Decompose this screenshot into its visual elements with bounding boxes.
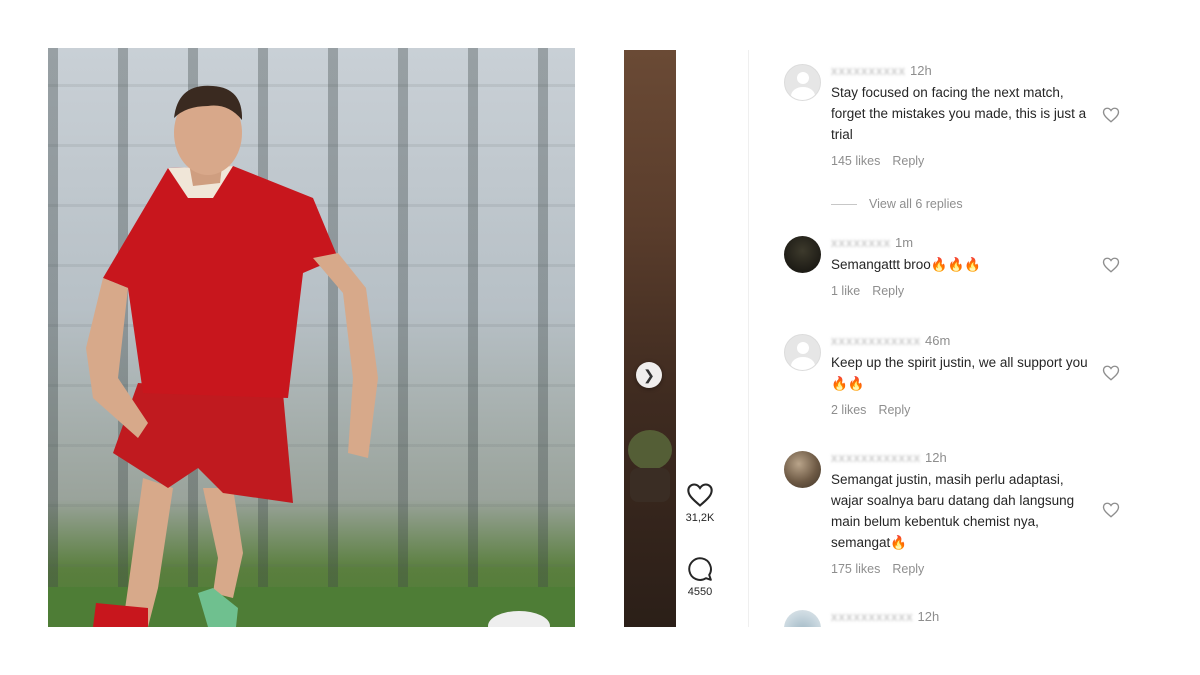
comment-like-icon[interactable] xyxy=(1102,256,1120,274)
comment-username[interactable]: xxxxxxxxxxxx xyxy=(831,332,921,350)
next-media-button[interactable]: ❯ xyxy=(636,362,662,388)
reply-button[interactable]: Reply xyxy=(892,154,924,168)
speech-bubble-icon[interactable] xyxy=(686,556,714,582)
comment-time: 46m xyxy=(925,333,951,348)
like-count: 31,2K xyxy=(685,512,715,524)
panel-divider xyxy=(748,50,749,627)
comment-text: Stay focused on facing the next match, f… xyxy=(831,85,1087,142)
comment-like-icon[interactable] xyxy=(1102,501,1120,519)
avatar[interactable] xyxy=(784,334,821,371)
plant-decoration xyxy=(628,430,672,470)
avatar[interactable] xyxy=(784,236,821,273)
comment-username[interactable]: xxxxxxxxxxx xyxy=(831,608,914,626)
pot-decoration xyxy=(630,468,670,502)
comment-likes[interactable]: 2 likes xyxy=(831,403,866,417)
comment-action[interactable]: 4550 xyxy=(680,556,720,598)
reply-button[interactable]: Reply xyxy=(872,284,904,298)
view-replies-label: View all 6 replies xyxy=(869,197,963,211)
comment-username[interactable]: xxxxxxxxxx xyxy=(831,62,906,80)
comment-count: 4550 xyxy=(687,586,713,598)
comment-likes[interactable]: 175 likes xyxy=(831,562,880,576)
comment-username[interactable]: xxxxxxxx xyxy=(831,234,891,252)
player-figure xyxy=(86,85,378,627)
avatar[interactable] xyxy=(784,610,821,627)
avatar[interactable] xyxy=(784,451,821,488)
comment-like-icon[interactable] xyxy=(1102,364,1120,382)
like-action[interactable]: 31,2K xyxy=(680,482,720,524)
view-replies-button[interactable]: View all 6 replies xyxy=(831,197,963,211)
comment-time: 12h xyxy=(917,609,940,624)
comment-text: Semangattt broo🔥🔥🔥 xyxy=(831,257,982,272)
comment-text: Keep up the spirit justin, we all suppor… xyxy=(831,355,1088,391)
comment-time: 12h xyxy=(910,63,932,78)
heart-outline-icon[interactable] xyxy=(686,482,714,508)
next-media-preview[interactable] xyxy=(624,50,676,627)
comment-time: 12h xyxy=(925,450,947,465)
comment-username[interactable]: xxxxxxxxxxxx xyxy=(831,449,921,467)
comment-text: Semangat justin, masih perlu adaptasi, w… xyxy=(831,472,1075,550)
comment-time: 1m xyxy=(895,235,914,250)
replies-line xyxy=(831,204,857,206)
chevron-right-icon: ❯ xyxy=(643,366,655,383)
avatar[interactable] xyxy=(784,64,821,101)
comments-list: xxxxxxxxxx 12h Stay focused on facing the… xyxy=(784,62,1120,627)
comment-likes[interactable]: 145 likes xyxy=(831,154,880,168)
comment-like-icon[interactable] xyxy=(1102,106,1120,124)
post-photo[interactable] xyxy=(48,48,575,627)
comment-likes[interactable]: 1 like xyxy=(831,284,860,298)
reply-button[interactable]: Reply xyxy=(878,403,910,417)
reply-button[interactable]: Reply xyxy=(892,562,924,576)
